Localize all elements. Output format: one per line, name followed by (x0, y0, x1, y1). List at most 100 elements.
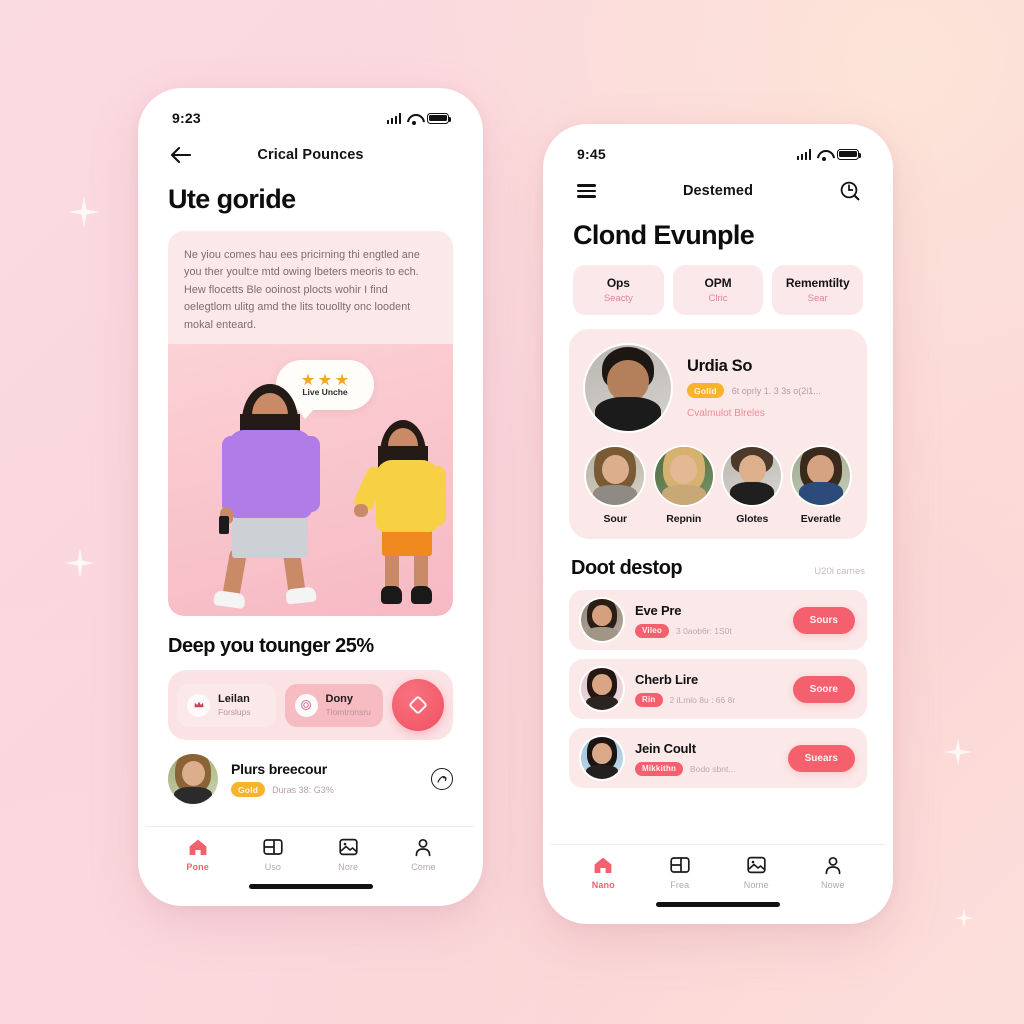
tab-wallet[interactable]: Frea (642, 855, 719, 890)
avatar (581, 737, 623, 779)
home-indicator[interactable] (551, 894, 885, 916)
phone-mockup-left: 9:23 Crical Pounces Ute goride Ne yiou c… (138, 88, 483, 906)
feature-info: Urdia So Golld 6t oprly 1. 3 3s o(2i1...… (687, 357, 851, 419)
tab-label: Nore (338, 862, 359, 872)
list-item-sub: 2 iLmlo 8u : 66 8r (669, 694, 736, 705)
tab-label: Pone (186, 862, 209, 872)
status-icons (386, 112, 452, 125)
status-badge: Gold (231, 782, 266, 798)
tab-label: Uso (264, 862, 282, 872)
list-item-meta: Rin 2 iLmlo 8u : 66 8r (635, 692, 781, 707)
hamburger-menu-icon[interactable] (573, 178, 599, 204)
tab-profile[interactable]: Come (386, 837, 461, 872)
promo-row: Leilan Forslups Dony Tlomtronsru (168, 670, 453, 741)
promo-chip-name: Dony (325, 692, 354, 705)
list-item[interactable]: Jein Coult Mikkithn Bodo sbnt... Suears (569, 728, 867, 788)
tab-profile[interactable]: Nowe (795, 855, 872, 890)
battery-icon (427, 112, 452, 124)
profile-subtext: Duras 38: G3% (272, 784, 334, 795)
segment-sub: Sear (807, 293, 828, 304)
cellular-signal-icon (386, 112, 401, 124)
list-item-meta: Mikkithn Bodo sbnt... (635, 761, 776, 776)
segment-title: Rememtilty (785, 276, 850, 290)
list-item-info: Jein Coult Mikkithn Bodo sbnt... (635, 741, 776, 776)
friend-sour[interactable]: Sour (585, 447, 646, 525)
promo-chip-leilan[interactable]: Leilan Forslups (177, 683, 276, 728)
list-item-info: Eve Pre Vileo 3 0aob6r: 1S0t (635, 603, 781, 638)
back-arrow-icon[interactable] (168, 142, 194, 168)
person-icon (412, 837, 434, 857)
segment-row: Ops Seacty OPM Clric Rememtilty Sear (573, 265, 864, 315)
list-item-action-button[interactable]: Sours (792, 606, 855, 634)
screen-content-right: Clond Evunple Ops Seacty OPM Clric Remem… (551, 210, 885, 844)
friend-repnin[interactable]: Repnin (654, 447, 715, 525)
feature-name: Urdia So (687, 357, 753, 375)
list-item[interactable]: Cherb Lire Rin 2 iLmlo 8u : 66 8r Soore (569, 659, 867, 719)
crown-icon (187, 693, 210, 717)
tab-label: Nowe (821, 880, 845, 890)
avatar (168, 754, 218, 805)
list-item-name: Cherb Lire (635, 671, 699, 687)
promo-chip-text: Leilan Forslups (218, 693, 251, 719)
tab-wallet[interactable]: Uso (235, 837, 310, 872)
list-item[interactable]: Eve Pre Vileo 3 0aob6r: 1S0t Sours (569, 590, 867, 650)
diamond-icon (408, 695, 428, 716)
segment-rememtilty[interactable]: Rememtilty Sear (772, 265, 864, 315)
avatar (581, 668, 623, 710)
segment-title: OPM (704, 276, 732, 290)
battery-icon (837, 148, 862, 160)
promo-chip-text: Dony Tlomtronsru (326, 693, 371, 719)
tab-gallery[interactable]: Norne (718, 855, 795, 890)
profile-name: Plurs breecour (231, 761, 328, 778)
gallery-icon (745, 855, 767, 875)
bottom-tab-bar: Nano Frea Norne Nowe (551, 844, 885, 894)
description-card: Ne yiou comes hau ees pricirning thi eng… (168, 231, 453, 345)
friend-glotes[interactable]: Glotes (722, 447, 783, 525)
avatar (581, 599, 623, 641)
feature-card: Urdia So Golld 6t oprly 1. 3 3s o(2i1...… (569, 329, 867, 539)
wifi-icon (817, 149, 831, 161)
list-item-name: Eve Pre (635, 602, 682, 618)
wallet-icon (262, 837, 284, 857)
feature-link[interactable]: Cvalmulot Blreles (687, 408, 851, 419)
avatar[interactable] (585, 345, 671, 431)
status-badge: Mikkithn (635, 761, 684, 776)
segment-ops[interactable]: Ops Seacty (573, 265, 664, 315)
friend-name: Sour (603, 513, 628, 525)
home-indicator[interactable] (146, 876, 475, 898)
status-badge: Rin (635, 692, 663, 707)
destop-list: Eve Pre Vileo 3 0aob6r: 1S0t Sours Cherb… (569, 590, 867, 788)
friend-everatle[interactable]: Everatle (791, 447, 852, 525)
sparkle-decoration (68, 196, 100, 228)
list-item-action-button[interactable]: Soore (792, 675, 855, 703)
screen-content-left: Ute goride Ne yiou comes hau ees pricirn… (146, 174, 475, 826)
section-header: Doot destop U20i carnes (571, 557, 865, 580)
tab-gallery[interactable]: Nore (311, 837, 386, 872)
avatar (791, 447, 850, 505)
feature-subtext: 6t oprly 1. 3 3s o(2i1... (731, 385, 821, 396)
cellular-signal-icon (796, 148, 811, 160)
segment-opm[interactable]: OPM Clric (672, 265, 764, 315)
segment-title: Ops (606, 276, 630, 290)
promo-action-button[interactable] (392, 679, 444, 732)
segment-sub: Clric (708, 293, 728, 304)
search-clock-icon[interactable] (837, 178, 863, 204)
list-item-meta: Vileo 3 0aob6r: 1S0t (635, 623, 781, 638)
nav-bar: Crical Pounces (146, 130, 475, 174)
tab-home[interactable]: Pone (160, 837, 235, 872)
sparkle-decoration (65, 548, 95, 578)
nav-title: Destemed (682, 183, 754, 199)
hero-image: Live Unche (168, 344, 453, 617)
friend-name: Repnin (666, 513, 702, 525)
list-item-action-button[interactable]: Suears (787, 744, 855, 772)
tab-home[interactable]: Nano (565, 855, 642, 890)
nav-title: Crical Pounces (257, 147, 364, 163)
status-bar: 9:45 (551, 132, 885, 166)
avatar (723, 447, 782, 505)
share-circle-icon[interactable] (431, 768, 453, 791)
promo-chip-dony[interactable]: Dony Tlomtronsru (284, 683, 383, 728)
friend-name: Glotes (736, 513, 769, 525)
profile-row[interactable]: Plurs breecour Gold Duras 38: G3% (168, 754, 453, 816)
tab-label: Frea (670, 880, 690, 890)
status-badge: Vileo (635, 623, 669, 638)
